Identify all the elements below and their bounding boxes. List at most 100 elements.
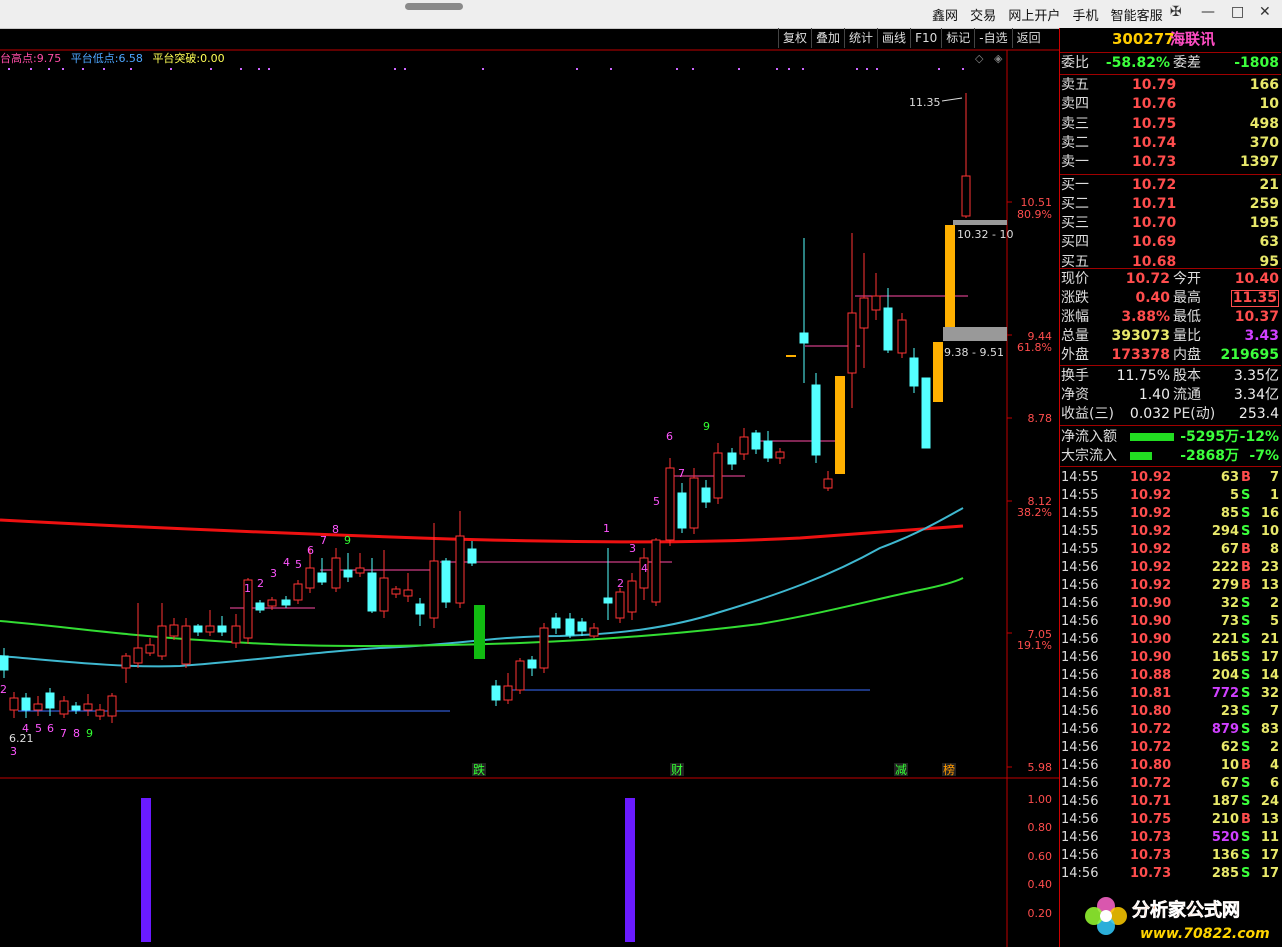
svg-text:1: 1: [244, 582, 251, 595]
svg-text:2: 2: [0, 683, 7, 696]
candle-up: [121, 655, 131, 669]
menu-trade[interactable]: 交易: [970, 9, 996, 24]
marker-die: 跌: [473, 762, 485, 777]
candle-down: [551, 617, 561, 629]
candle-up: [293, 583, 303, 601]
flower-icon: [1085, 897, 1127, 935]
stats-row: 收益(三) 0.032 PE(动) 253.4: [1061, 406, 1279, 422]
signal-dot: [404, 68, 406, 70]
candle-down: [367, 572, 377, 612]
event-markers: 跌 财 减 榜: [472, 762, 956, 777]
stats-row: 净资 1.40 流通 3.34亿: [1061, 387, 1279, 403]
tick-row[interactable]: 14:55 10.92 294 S 10: [1060, 523, 1281, 541]
tick-row[interactable]: 14:55 10.92 67 B 8: [1060, 541, 1281, 559]
ask-row[interactable]: 卖四 10.76 10: [1060, 95, 1281, 114]
candle-up: [739, 436, 749, 455]
stock-header: 300277 海联讯: [1060, 30, 1281, 49]
signal-bar: [141, 798, 151, 942]
candle-down: [217, 625, 227, 633]
minimize-icon[interactable]: —: [1201, 4, 1215, 20]
tick-row[interactable]: 14:56 10.90 165 S 17: [1060, 649, 1281, 667]
svg-text:6: 6: [666, 430, 673, 443]
pct-tick: 61.8%: [1017, 341, 1052, 354]
kline-chart[interactable]: 台高点:9.75 平台低点:6.58 平台突破:0.00 ◇ ◈ 10.51 8…: [0, 28, 1059, 947]
candle-up: [305, 567, 315, 589]
svg-text:0.80: 0.80: [1028, 821, 1053, 834]
svg-text:7: 7: [320, 534, 327, 547]
tick-row[interactable]: 14:55 10.92 5 S 1: [1060, 487, 1281, 505]
menu-mobile[interactable]: 手机: [1072, 9, 1098, 24]
candle-down: [603, 597, 613, 604]
candle-up: [627, 580, 637, 613]
svg-text:7: 7: [60, 727, 67, 740]
marker-cai: 财: [671, 763, 683, 777]
menu-open-account[interactable]: 网上开户: [1008, 9, 1060, 24]
tick-row[interactable]: 14:56 10.73 136 S 17: [1060, 847, 1281, 865]
candle-up: [107, 695, 117, 717]
ma-long-line: [0, 518, 964, 544]
tick-row[interactable]: 14:56 10.80 23 S 7: [1060, 703, 1281, 721]
tick-row[interactable]: 14:56 10.80 10 B 4: [1060, 757, 1281, 775]
bid-row[interactable]: 买四 10.69 63: [1060, 233, 1281, 252]
high-arrow: [941, 97, 963, 102]
tick-row[interactable]: 14:56 10.90 32 S 2: [1060, 595, 1281, 613]
quote-row: 涨跌 0.40 最高 11.35: [1061, 290, 1279, 307]
signal-dot: [576, 68, 578, 70]
bid-row[interactable]: 买一 10.72 21: [1060, 176, 1281, 195]
drag-handle[interactable]: [405, 3, 463, 10]
candle-up: [391, 588, 401, 595]
tick-row[interactable]: 14:56 10.72 67 S 6: [1060, 775, 1281, 793]
tick-row[interactable]: 14:56 10.90 73 S 5: [1060, 613, 1281, 631]
svg-text:2: 2: [257, 577, 264, 590]
menu-smart-service[interactable]: 智能客服: [1111, 9, 1163, 24]
tick-row[interactable]: 14:56 10.90 221 S 21: [1060, 631, 1281, 649]
quote-row: 涨幅 3.88% 最低 10.37: [1061, 309, 1279, 325]
candle-up: [169, 624, 179, 637]
ask-row[interactable]: 卖一 10.73 1397: [1060, 153, 1281, 172]
close-icon[interactable]: ✕: [1259, 4, 1271, 20]
diamond-icon[interactable]: ◇: [975, 52, 984, 65]
pin-icon[interactable]: ✠: [1170, 4, 1182, 20]
support-box: [943, 327, 1007, 341]
tick-row[interactable]: 14:56 10.92 222 B 23: [1060, 559, 1281, 577]
maximize-icon[interactable]: □: [1231, 4, 1244, 20]
tick-row[interactable]: 14:56 10.73 285 S 17: [1060, 865, 1281, 883]
tick-row[interactable]: 14:55 10.92 63 B 7: [1060, 469, 1281, 487]
tick-row[interactable]: 14:56 10.73 520 S 11: [1060, 829, 1281, 847]
tick-row[interactable]: 14:55 10.92 85 S 16: [1060, 505, 1281, 523]
ask-row[interactable]: 卖五 10.79 166: [1060, 76, 1281, 95]
signal-dot: [48, 68, 50, 70]
candle-down: [317, 572, 327, 583]
tick-row[interactable]: 14:56 10.72 879 S 83: [1060, 721, 1281, 739]
stats-row: 换手 11.75% 股本 3.35亿: [1061, 368, 1279, 384]
bid-row[interactable]: 买三 10.70 195: [1060, 214, 1281, 233]
ask-row[interactable]: 卖二 10.74 370: [1060, 134, 1281, 153]
tick-row[interactable]: 14:56 10.88 204 S 14: [1060, 667, 1281, 685]
candle-up: [689, 477, 699, 529]
candle-up: [897, 319, 907, 354]
settings-icon[interactable]: ◈: [994, 52, 1003, 65]
pct-tick: 80.9%: [1017, 208, 1052, 221]
candle-up: [403, 589, 413, 597]
tick-row[interactable]: 14:56 10.75 210 B 13: [1060, 811, 1281, 829]
watermark-title: 分析家公式网: [1132, 899, 1240, 921]
candle-down: [701, 487, 711, 503]
stock-code: 300277: [1112, 30, 1175, 48]
flow-bar: [1130, 452, 1152, 460]
bid-row[interactable]: 买二 10.71 259: [1060, 195, 1281, 214]
tick-row[interactable]: 14:56 10.81 772 S 32: [1060, 685, 1281, 703]
tick-row[interactable]: 14:56 10.92 279 B 13: [1060, 577, 1281, 595]
flow-bar: [1130, 433, 1174, 441]
top-menu: 鑫网 交易 网上开户 手机 智能客服: [932, 5, 1163, 24]
tick-row[interactable]: 14:56 10.72 62 S 2: [1060, 739, 1281, 757]
price-tick: 5.98: [1028, 761, 1053, 774]
candle-down: [909, 357, 919, 387]
quote-row: 现价 10.72 今开 10.40: [1061, 271, 1279, 287]
quote-row: 总量 393073 量比 3.43: [1061, 328, 1279, 344]
candle-down: [441, 560, 451, 603]
candle-up: [651, 539, 661, 603]
ask-row[interactable]: 卖三 10.75 498: [1060, 115, 1281, 134]
candle-up: [713, 452, 723, 499]
tick-row[interactable]: 14:56 10.71 187 S 24: [1060, 793, 1281, 811]
menu-xinwang[interactable]: 鑫网: [932, 9, 958, 24]
